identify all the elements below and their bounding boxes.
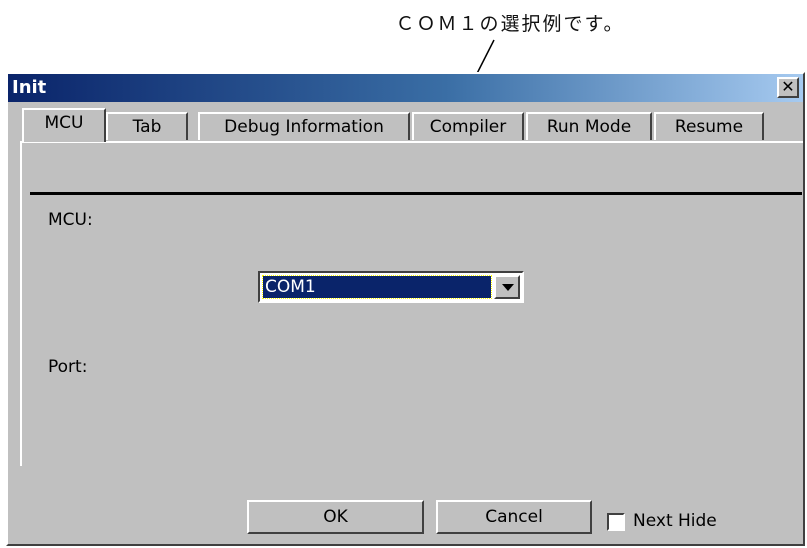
tab-resume[interactable]: Resume <box>654 112 764 140</box>
port-select[interactable]: COM1 <box>258 271 524 303</box>
cancel-button[interactable]: Cancel <box>436 500 592 534</box>
init-dialog: Init ✕ MCU Tab Debug Information Compile… <box>6 72 805 546</box>
tab-tab[interactable]: Tab <box>106 112 188 140</box>
close-icon: ✕ <box>781 77 795 96</box>
window-title: Init <box>12 77 47 98</box>
port-selected-value: COM1 <box>262 275 492 299</box>
tab-debug-information[interactable]: Debug Information <box>198 112 410 140</box>
tab-compiler[interactable]: Compiler <box>412 112 524 140</box>
close-button[interactable]: ✕ <box>777 77 799 98</box>
tab-panel <box>20 141 803 466</box>
mcu-label: MCU: <box>48 210 93 230</box>
port-label: Port: <box>48 357 88 377</box>
ok-button[interactable]: OK <box>247 500 424 534</box>
section-divider <box>30 192 802 195</box>
chevron-down-icon[interactable] <box>494 275 520 299</box>
title-bar: Init ✕ <box>8 74 803 102</box>
tab-run-mode[interactable]: Run Mode <box>526 112 652 140</box>
tab-mcu[interactable]: MCU <box>22 108 106 142</box>
next-hide-label: Next Hide <box>633 511 717 531</box>
next-hide-checkbox[interactable] <box>607 513 625 531</box>
